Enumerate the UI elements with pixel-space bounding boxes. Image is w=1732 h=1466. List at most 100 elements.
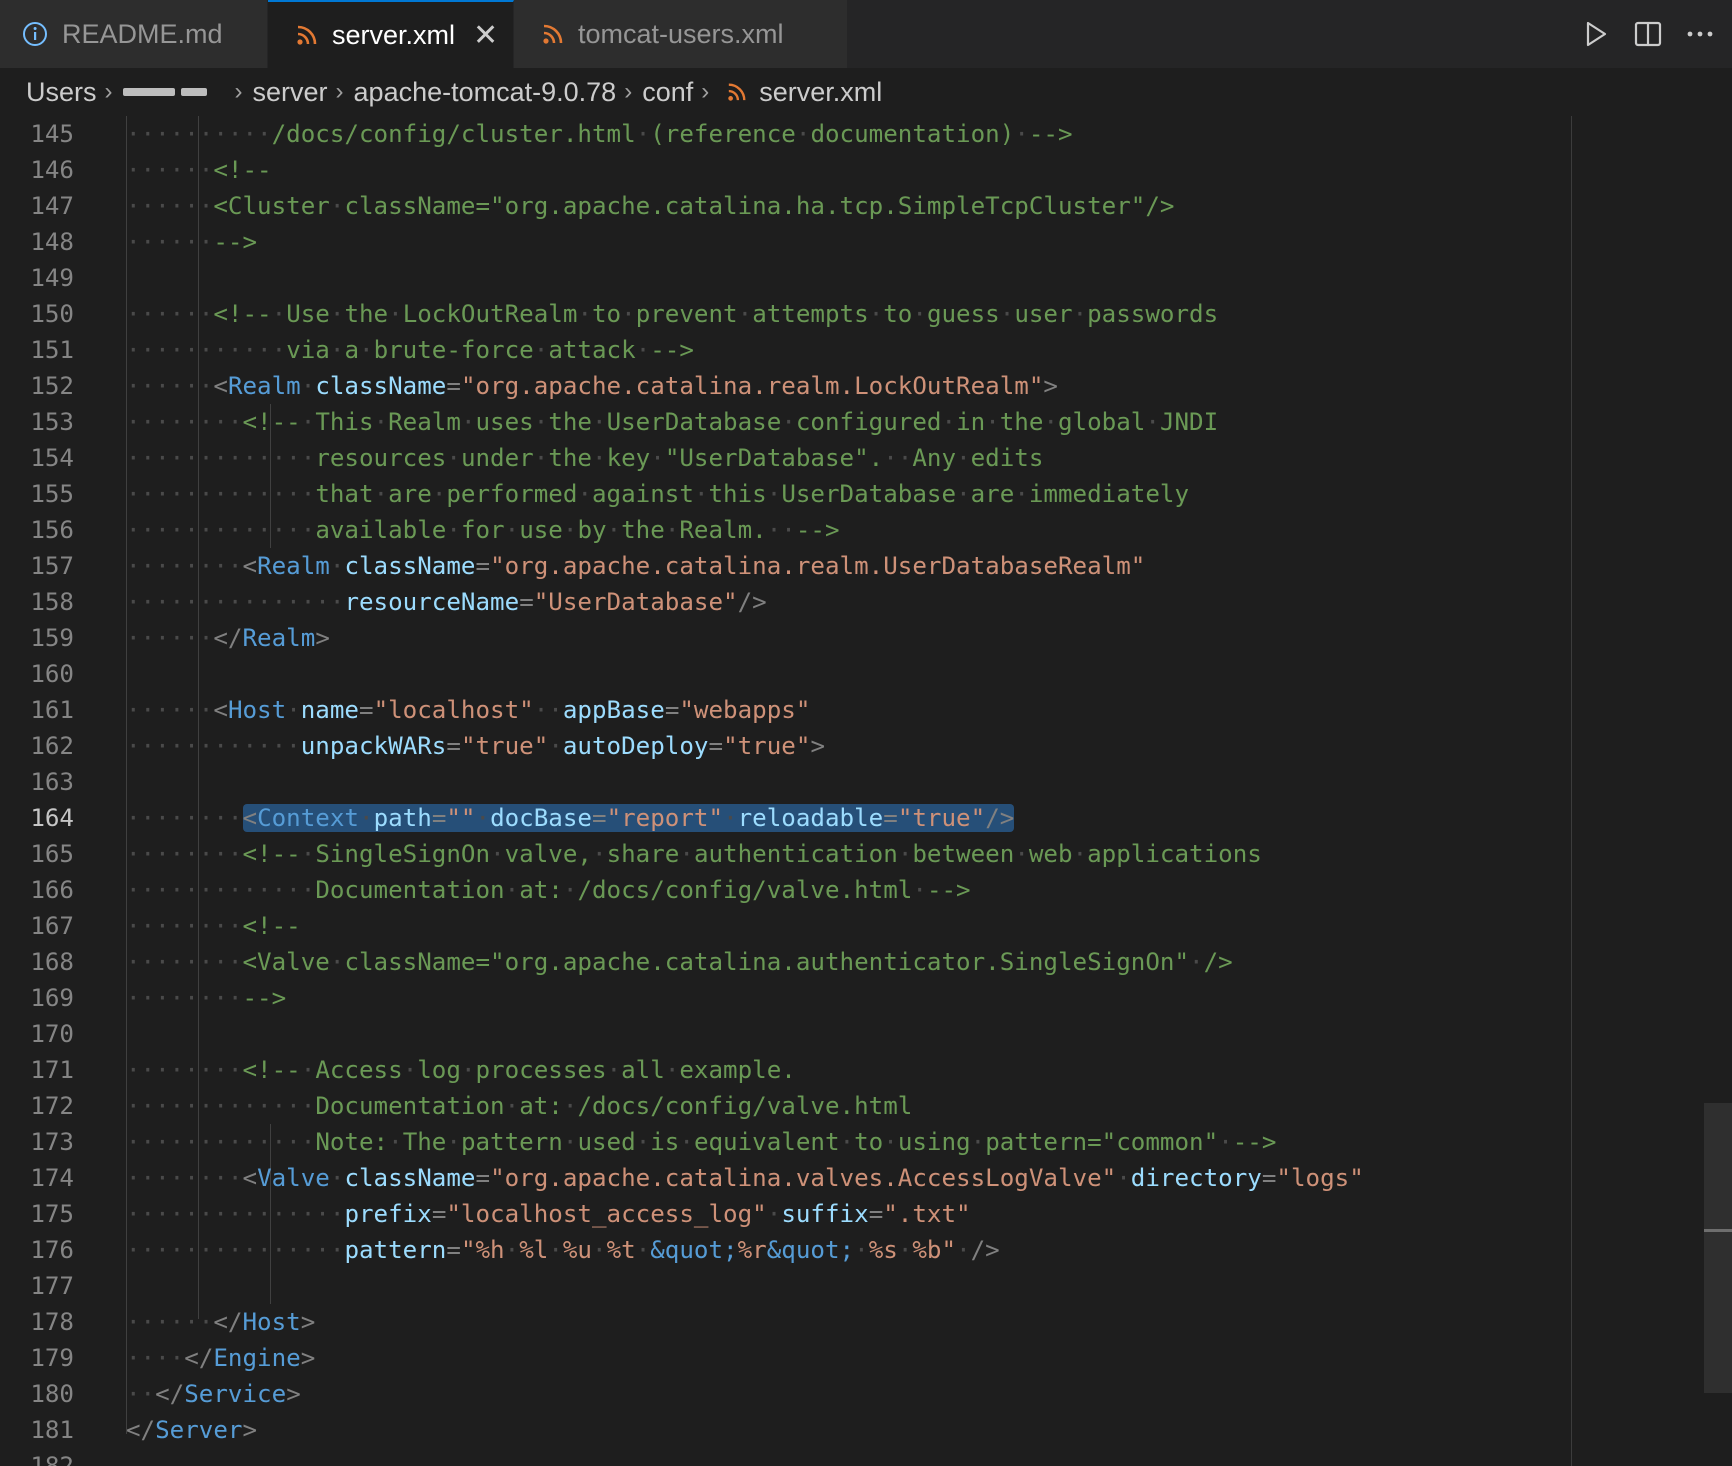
breadcrumb-redacted [122,88,207,96]
code-line[interactable]: 177 [0,1268,1572,1304]
code-line[interactable]: 178 ······</Host> [0,1304,1572,1340]
code-line[interactable]: 179 ····</Engine> [0,1340,1572,1376]
more-actions-icon[interactable] [1674,30,1726,38]
line-text: ········<!-- [126,912,301,940]
line-number: 150 [30,300,74,328]
line-text: ··········/docs/config/cluster.html·(ref… [126,120,1073,148]
line-number: 155 [30,480,74,508]
tab-label: server.xml [332,19,456,50]
code-line[interactable]: 175 ···············prefix="localhost_acce… [0,1196,1572,1232]
code-line[interactable]: 168 ········<Valve·className="org.apache.… [0,944,1572,980]
code-line[interactable]: 171 ········<!--·Access·log·processes·all… [0,1052,1572,1088]
rss-icon [296,24,318,46]
code-line[interactable]: 164 ········<Context·path=""·docBase="rep… [0,800,1572,836]
scrollbar-thumb[interactable] [1704,1103,1732,1393]
tab-server-xml[interactable]: server.xml ✕ [268,0,514,68]
code-line[interactable]: 161 ······<Host·name="localhost"··appBase… [0,692,1572,728]
line-number: 179 [30,1344,74,1372]
close-icon[interactable]: ✕ [473,18,498,53]
code-line[interactable]: 146 ······<!-- [0,152,1572,188]
run-icon[interactable] [1570,20,1622,48]
breadcrumb-item[interactable]: server.xml [759,77,882,108]
code-line[interactable]: 170 [0,1016,1572,1052]
tab-label: tomcat-users.xml [578,18,784,49]
line-text: ········<!--·This·Realm·uses·the·UserDat… [126,408,1219,436]
line-text: ·············resources·under·the·key·"Us… [126,444,1044,472]
line-text: ········<Valve·className="org.apache.cat… [126,1164,1364,1192]
code-line[interactable]: 180 ··</Service> [0,1376,1572,1412]
code-editor[interactable]: 145 ··········/docs/config/cluster.html·(… [0,116,1732,1466]
code-line[interactable]: 182 [0,1448,1572,1466]
chevron-right-icon: › [234,78,243,105]
code-line[interactable]: 160 [0,656,1572,692]
tab-tomcat-users-xml[interactable]: tomcat-users.xml [514,0,848,68]
line-text: ······<Host·name="localhost"··appBase="w… [126,696,811,724]
line-number: 160 [30,660,74,688]
info-icon [22,21,48,47]
breadcrumb-item[interactable]: conf [642,77,693,108]
code-line[interactable]: 162 ············unpackWARs="true"·autoDep… [0,728,1572,764]
line-text: ········<Valve·className="org.apache.cat… [126,948,1233,976]
line-number: 154 [30,444,74,472]
line-number: 171 [30,1056,74,1084]
code-line[interactable]: 148 ······--> [0,224,1572,260]
line-number: 174 [30,1164,74,1192]
code-line[interactable]: 151 ···········via·a·brute-force·attack·-… [0,332,1572,368]
line-text: ········<Realm·className="org.apache.cat… [126,552,1146,580]
code-line[interactable]: 174 ········<Valve·className="org.apache.… [0,1160,1572,1196]
code-line[interactable]: 165 ········<!--·SingleSignOn·valve,·shar… [0,836,1572,872]
line-number: 146 [30,156,74,184]
editor-ruler [1571,116,1572,1466]
code-line[interactable]: 169 ········--> [0,980,1572,1016]
code-line[interactable]: 163 [0,764,1572,800]
breadcrumb-item[interactable]: Users [26,77,97,108]
code-line[interactable]: 154 ·············resources·under·the·key·… [0,440,1572,476]
code-line[interactable]: 150 ······<!--·Use·the·LockOutRealm·to·pr… [0,296,1572,332]
code-line[interactable]: 149 [0,260,1572,296]
line-text: ········<!--·Access·log·processes·all·ex… [126,1056,796,1084]
code-line[interactable]: 181 </Server> [0,1412,1572,1448]
chevron-right-icon: › [335,78,344,105]
line-text: ·············that·are·performed·against·… [126,480,1190,508]
line-text: ······<!--·Use·the·LockOutRealm·to·preve… [126,300,1219,328]
code-line[interactable]: 172 ·············Documentation·at:·/docs/… [0,1088,1572,1124]
code-line[interactable]: 157 ········<Realm·className="org.apache.… [0,548,1572,584]
line-number: 169 [30,984,74,1012]
line-number: 163 [30,768,74,796]
line-text: ········<!--·SingleSignOn·valve,·share·a… [126,840,1262,868]
code-line[interactable]: 176 ···············pattern="%h·%l·%u·%t·&… [0,1232,1572,1268]
code-line[interactable]: 156 ·············available·for·use·by·the… [0,512,1572,548]
line-text: ······<Cluster·className="org.apache.cat… [126,192,1175,220]
line-number: 172 [30,1092,74,1120]
line-number: 181 [30,1416,74,1444]
line-text: ······<Realm·className="org.apache.catal… [126,372,1058,400]
line-number: 147 [30,192,74,220]
code-line[interactable]: 147 ······<Cluster·className="org.apache.… [0,188,1572,224]
split-editor-icon[interactable] [1622,20,1674,48]
scrollbar-cursor-marker [1704,1229,1732,1232]
code-line[interactable]: 166 ·············Documentation·at:·/docs/… [0,872,1572,908]
line-text: ·············Note:·The·pattern·used·is·e… [126,1128,1277,1156]
code-line[interactable]: 167 ········<!-- [0,908,1572,944]
code-line[interactable]: 155 ·············that·are·performed·again… [0,476,1572,512]
line-number: 178 [30,1308,74,1336]
chevron-right-icon: › [104,78,113,105]
breadcrumb-item[interactable]: apache-tomcat-9.0.78 [354,77,617,108]
code-line[interactable]: 145 ··········/docs/config/cluster.html·(… [0,116,1572,152]
line-text: ····</Engine> [126,1344,316,1372]
line-number: 158 [30,588,74,616]
code-line[interactable]: 153 ········<!--·This·Realm·uses·the·User… [0,404,1572,440]
code-line[interactable]: 173 ·············Note:·The·pattern·used·i… [0,1124,1572,1160]
line-number: 167 [30,912,74,940]
code-line[interactable]: 159 ······</Realm> [0,620,1572,656]
line-number: 164 [30,804,74,832]
breadcrumb-item[interactable]: server [253,77,328,108]
editor-actions [1570,0,1732,68]
tab-readme[interactable]: README.md [0,0,268,68]
line-text: ······</Realm> [126,624,330,652]
line-number: 170 [30,1020,74,1048]
line-number: 156 [30,516,74,544]
code-line[interactable]: 152 ······<Realm·className="org.apache.ca… [0,368,1572,404]
line-number: 182 [30,1452,74,1466]
code-line[interactable]: 158 ···············resourceName="UserData… [0,584,1572,620]
